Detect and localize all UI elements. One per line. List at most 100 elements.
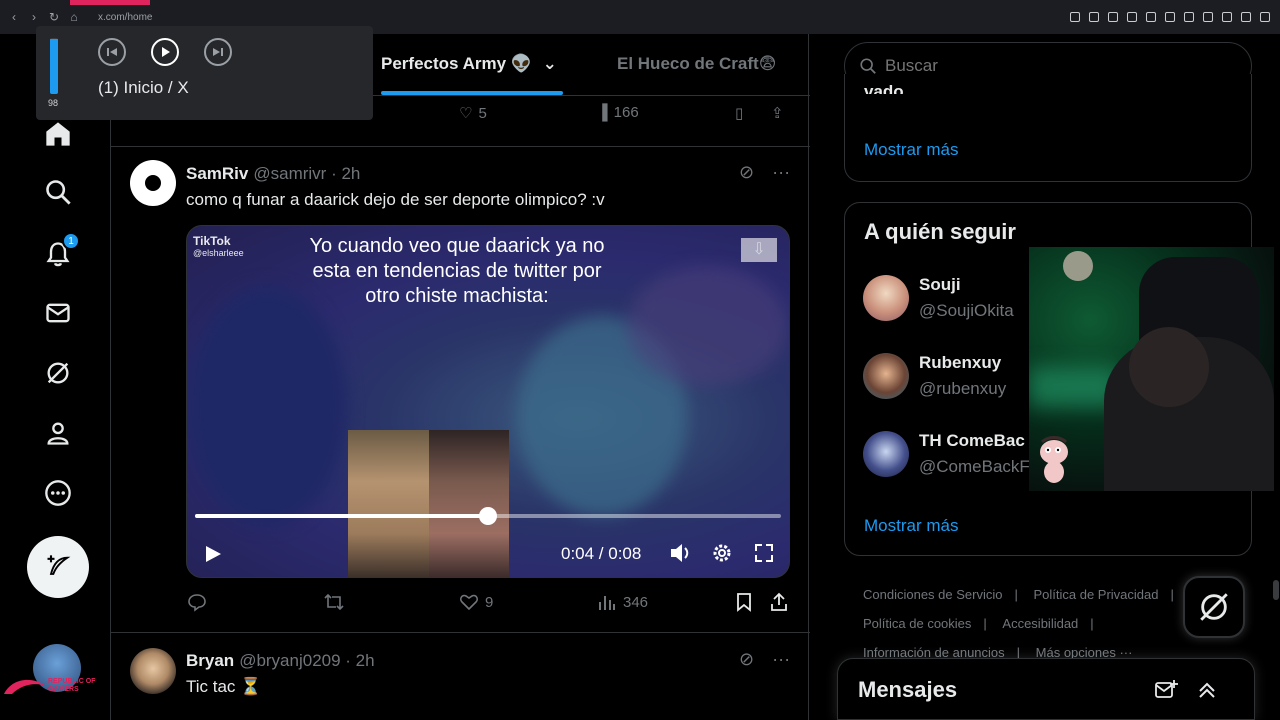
- footer-link[interactable]: Política de Privacidad: [1033, 587, 1158, 602]
- volume-value: 98: [48, 98, 59, 108]
- like-count: 9: [485, 593, 494, 611]
- feather-plus-icon: [47, 555, 71, 575]
- forward-icon[interactable]: ›: [28, 10, 40, 24]
- messages-drawer[interactable]: Mensajes: [837, 658, 1255, 720]
- tweet-author-handle[interactable]: @bryanj0209 · 2h: [239, 651, 374, 671]
- play-pause-button[interactable]: [151, 38, 179, 66]
- like-button[interactable]: ♡ 5: [459, 104, 487, 123]
- grok-icon[interactable]: ⊘: [739, 649, 754, 670]
- avatar[interactable]: [863, 275, 909, 321]
- share-icon[interactable]: [769, 592, 789, 612]
- active-tab-underline: [381, 91, 563, 95]
- avatar[interactable]: [863, 431, 909, 477]
- follow-name[interactable]: TH ComeBac: [919, 431, 1025, 451]
- back-icon[interactable]: ‹: [8, 10, 20, 24]
- video-progress-fill: [195, 514, 488, 518]
- extensions-icon[interactable]: [1222, 12, 1232, 22]
- bookmark-icon[interactable]: [735, 592, 753, 612]
- grok-icon[interactable]: ⊘: [739, 162, 754, 183]
- fullscreen-icon[interactable]: [753, 542, 775, 569]
- nav-notifications[interactable]: 1: [42, 232, 80, 270]
- play-icon: [162, 47, 170, 57]
- view-count: 166: [613, 104, 639, 121]
- tweet-avatar[interactable]: [130, 160, 176, 206]
- home-icon: [46, 122, 70, 146]
- bookmark-icon[interactable]: ▯: [735, 104, 743, 122]
- flag-icon[interactable]: [1146, 12, 1156, 22]
- messages-title: Mensajes: [858, 677, 958, 702]
- previous-icon: [107, 48, 117, 56]
- show-more-link[interactable]: Mostrar más: [864, 140, 958, 160]
- volume-slider[interactable]: [50, 38, 58, 94]
- heart-icon: ♡: [459, 105, 473, 122]
- new-message-icon[interactable]: [1154, 679, 1178, 706]
- chevron-down-icon[interactable]: ⌄: [543, 54, 557, 73]
- tab-perfectos-army[interactable]: Perfectos Army 👽 ⌄: [381, 54, 557, 74]
- video-play-button[interactable]: [203, 544, 223, 569]
- tweet-video[interactable]: TikTok @elsharleee Yo cuando veo que daa…: [186, 225, 790, 578]
- more-icon[interactable]: ···: [772, 649, 790, 670]
- views-button[interactable]: 346: [597, 592, 648, 612]
- divider: [111, 146, 810, 147]
- shield-icon[interactable]: [1127, 12, 1137, 22]
- reload-icon[interactable]: ↻: [48, 10, 60, 24]
- timeline-column: Perfectos Army 👽 ⌄ El Hueco de Craft😨 💬︎…: [110, 34, 810, 720]
- home-icon[interactable]: ⌂: [68, 10, 80, 24]
- search-icon: [46, 180, 71, 205]
- video-controls: 0:04 / 0:08: [187, 536, 789, 572]
- footer-link[interactable]: Accesibilidad: [1002, 616, 1078, 631]
- zoom-icon[interactable]: [1070, 12, 1080, 22]
- like-button[interactable]: 9: [459, 592, 493, 612]
- retweet-icon[interactable]: [323, 592, 345, 612]
- volume-icon[interactable]: [669, 542, 693, 569]
- download-icon[interactable]: [1241, 12, 1251, 22]
- views-button[interactable]: ▐ 166: [597, 104, 639, 121]
- tab-el-hueco-de-craft[interactable]: El Hueco de Craft😨: [617, 54, 776, 74]
- tweet-avatar[interactable]: [130, 648, 176, 694]
- search-input[interactable]: [885, 56, 1215, 76]
- crop-icon[interactable]: [1108, 12, 1118, 22]
- next-icon: [213, 48, 223, 56]
- box-icon[interactable]: [1203, 12, 1213, 22]
- tweet-text: como q funar a daarick dejo de ser depor…: [186, 190, 605, 209]
- tweet-author-name[interactable]: Bryan: [186, 651, 234, 671]
- grok-floating-button[interactable]: [1183, 576, 1245, 638]
- expand-chevron-icon[interactable]: [1196, 679, 1218, 706]
- tweet-actions: 9 346: [111, 592, 810, 622]
- follow-name[interactable]: Souji: [919, 275, 961, 295]
- video-progress-bar[interactable]: [195, 507, 781, 525]
- video-progress-knob[interactable]: [479, 507, 497, 525]
- share-icon[interactable]: ⇪: [771, 104, 784, 122]
- pin-icon[interactable]: [1089, 12, 1099, 22]
- play-icon[interactable]: [1165, 12, 1175, 22]
- footer-link[interactable]: Condiciones de Servicio: [863, 587, 1002, 602]
- heart-icon[interactable]: [1184, 12, 1194, 22]
- footer-link[interactable]: Política de cookies: [863, 616, 971, 631]
- tiktok-user: @elsharleee: [193, 248, 244, 258]
- address-bar[interactable]: x.com/home: [98, 12, 152, 23]
- settings-gear-icon[interactable]: [711, 542, 733, 569]
- tweet-author-name[interactable]: SamRiv: [186, 164, 248, 184]
- next-track-button[interactable]: [204, 38, 232, 66]
- bar-chart-icon: [599, 596, 615, 610]
- nav-more[interactable]: [42, 477, 74, 509]
- nav-home[interactable]: [42, 118, 74, 150]
- compose-post-button[interactable]: [27, 536, 89, 598]
- previous-track-button[interactable]: [98, 38, 126, 66]
- avatar[interactable]: [863, 353, 909, 399]
- divider: [111, 632, 810, 633]
- tiktok-watermark: TikTok @elsharleee: [193, 234, 244, 258]
- more-icon[interactable]: ···: [772, 162, 790, 183]
- show-more-link[interactable]: Mostrar más: [864, 516, 958, 536]
- trends-card: vado Mostrar más: [844, 74, 1252, 182]
- nav-messages[interactable]: [42, 297, 74, 329]
- tweet-author-handle[interactable]: @samrivr · 2h: [253, 164, 360, 184]
- nav-profile[interactable]: [42, 417, 74, 449]
- who-to-follow-title: A quién seguir: [864, 219, 1016, 244]
- menu-icon[interactable]: [1260, 12, 1270, 22]
- bar-chart-icon: ▐: [597, 104, 608, 121]
- reply-icon[interactable]: [187, 592, 207, 612]
- follow-name[interactable]: Rubenxuy: [919, 353, 1001, 373]
- nav-grok[interactable]: [42, 357, 74, 389]
- nav-explore[interactable]: [42, 176, 74, 208]
